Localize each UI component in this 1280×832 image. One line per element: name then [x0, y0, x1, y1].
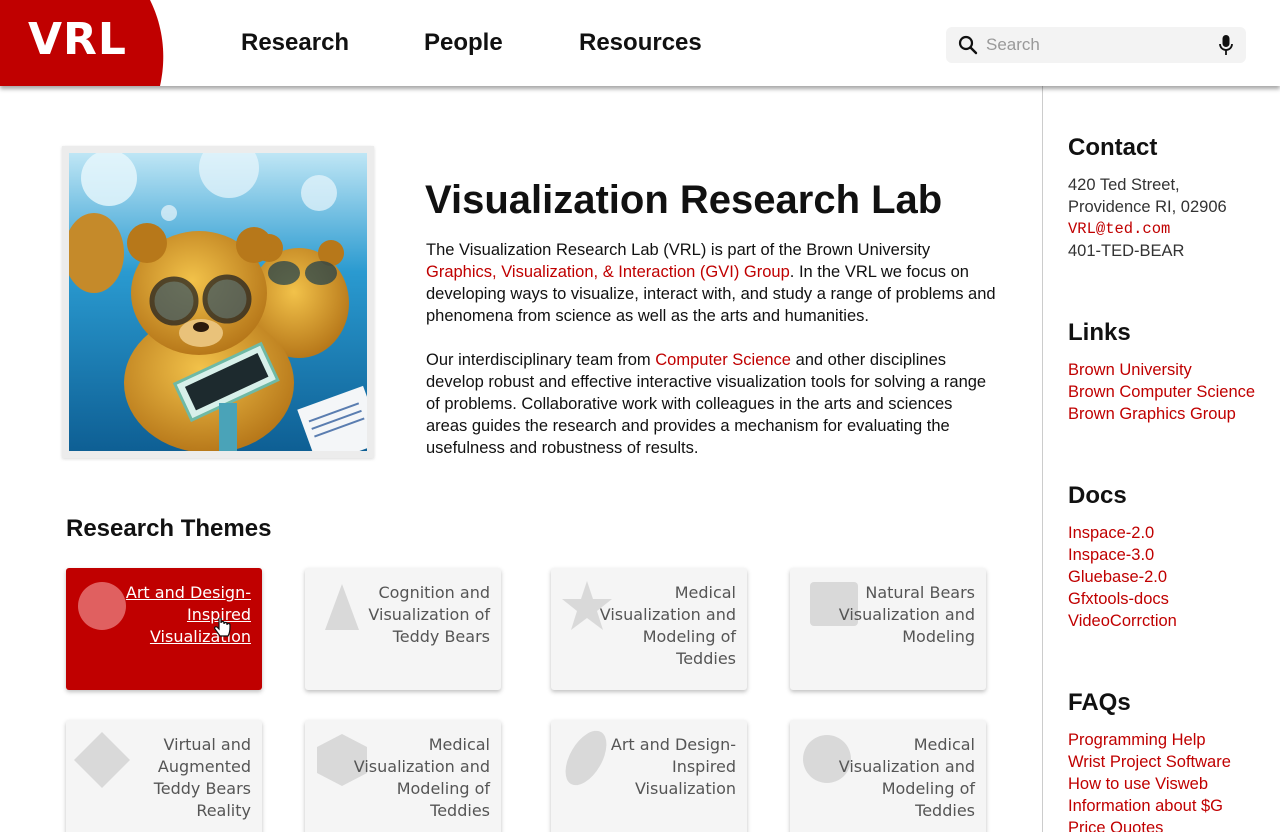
intro-text-1: The Visualization Research Lab (VRL) is …: [426, 241, 931, 259]
computer-science-link[interactable]: Computer Science: [655, 351, 791, 369]
faq-link[interactable]: How to use Visweb: [1068, 773, 1231, 795]
docs-section: Docs Inspace-2.0 Inspace-3.0 Gluebase-2.…: [1068, 482, 1177, 632]
theme-card-art-design[interactable]: Art and Design-Inspired Visualization: [66, 568, 262, 690]
logo-text: VRL: [28, 14, 127, 65]
doc-link[interactable]: Gluebase-2.0: [1068, 566, 1177, 588]
theme-card-medical[interactable]: Medical Visualization and Modeling of Te…: [551, 568, 747, 690]
address-line-2: Providence RI, 02906: [1068, 198, 1227, 216]
doc-link[interactable]: VideoCorrction: [1068, 610, 1177, 632]
intro-paragraph: The Visualization Research Lab (VRL) is …: [426, 239, 996, 327]
theme-card-medical-3[interactable]: Medical Visualization and Modeling of Te…: [790, 720, 986, 832]
faq-link[interactable]: Programming Help: [1068, 729, 1231, 751]
search-icon[interactable]: [958, 35, 978, 55]
nav-resources[interactable]: Resources: [579, 29, 702, 57]
page-title: Visualization Research Lab: [425, 178, 943, 222]
links-section: Links Brown University Brown Computer Sc…: [1068, 319, 1255, 425]
search-input[interactable]: [986, 31, 1206, 59]
sidebar-divider: [1042, 86, 1043, 832]
link-brown-university[interactable]: Brown University: [1068, 359, 1255, 381]
faq-link[interactable]: Information about $G: [1068, 795, 1231, 817]
site-header: VRL Research People Resources: [0, 0, 1280, 86]
contact-email[interactable]: VRL@ted.com: [1068, 218, 1227, 240]
theme-card-label: Art and Design-Inspired Visualization: [610, 735, 736, 798]
contact-phone: 401-TED-BEAR: [1068, 242, 1185, 260]
nav-people[interactable]: People: [424, 29, 503, 57]
faqs-section: FAQs Programming Help Wrist Project Soft…: [1068, 689, 1231, 832]
theme-card-label: Medical Visualization and Modeling of Te…: [838, 735, 975, 820]
theme-card-cognition[interactable]: Cognition and Visualization of Teddy Bea…: [305, 568, 501, 690]
research-themes-heading: Research Themes: [66, 515, 272, 542]
logo[interactable]: VRL: [0, 0, 166, 86]
gvi-group-link[interactable]: Graphics, Visualization, & Interaction (…: [426, 263, 790, 281]
link-brown-graphics[interactable]: Brown Graphics Group: [1068, 403, 1255, 425]
link-brown-cs[interactable]: Brown Computer Science: [1068, 381, 1255, 403]
theme-card-label: Medical Visualization and Modeling of Te…: [599, 583, 736, 668]
theme-card-label: Natural Bears Visualization and Modeling: [838, 583, 975, 646]
search-bar: [946, 27, 1246, 63]
theme-card-label: Virtual and Augmented Teddy Bears Realit…: [153, 735, 251, 820]
theme-card-virtual-reality[interactable]: Virtual and Augmented Teddy Bears Realit…: [66, 720, 262, 832]
doc-link[interactable]: Inspace-3.0: [1068, 544, 1177, 566]
theme-card-label: Medical Visualization and Modeling of Te…: [353, 735, 490, 820]
team-text-1: Our interdisciplinary team from: [426, 351, 656, 369]
team-paragraph: Our interdisciplinary team from Computer…: [426, 349, 996, 459]
microphone-icon[interactable]: [1218, 34, 1234, 56]
hand-cursor-icon: [214, 618, 231, 637]
theme-card-label: Cognition and Visualization of Teddy Bea…: [368, 583, 490, 646]
contact-heading: Contact: [1068, 134, 1158, 161]
hero-image: [69, 153, 367, 451]
faq-link[interactable]: Price Quotes: [1068, 817, 1231, 832]
contact-section: Contact 420 Ted Street, Providence RI, 0…: [1068, 134, 1227, 262]
theme-card-art-design-2[interactable]: Art and Design-Inspired Visualization: [551, 720, 747, 832]
theme-card-medical-2[interactable]: Medical Visualization and Modeling of Te…: [305, 720, 501, 832]
address-line-1: 420 Ted Street,: [1068, 176, 1180, 194]
theme-card-natural-bears[interactable]: Natural Bears Visualization and Modeling: [790, 568, 986, 690]
links-heading: Links: [1068, 319, 1131, 346]
doc-link[interactable]: Gfxtools-docs: [1068, 588, 1177, 610]
nav-research[interactable]: Research: [241, 29, 349, 57]
faqs-heading: FAQs: [1068, 689, 1131, 716]
hero-image-frame: [62, 146, 374, 458]
docs-heading: Docs: [1068, 482, 1127, 509]
faq-link[interactable]: Wrist Project Software: [1068, 751, 1231, 773]
doc-link[interactable]: Inspace-2.0: [1068, 522, 1177, 544]
